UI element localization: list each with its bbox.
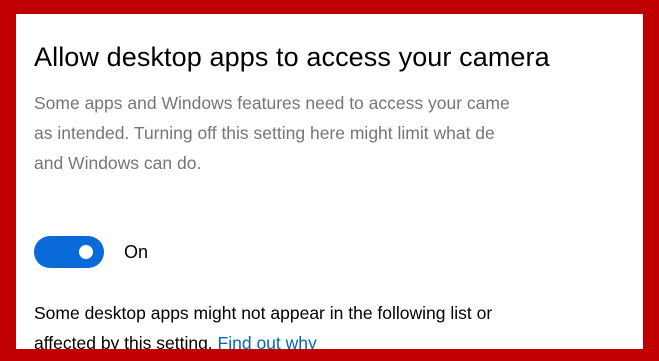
toggle-row: On — [34, 236, 148, 268]
desktop-apps-note: Some desktop apps might not appear in th… — [34, 298, 493, 353]
highlight-frame: Allow desktop apps to access your camera… — [0, 0, 659, 361]
find-out-why-link[interactable]: Find out why — [218, 333, 317, 349]
description-line: and Windows can do. — [34, 153, 202, 173]
toggle-state-label: On — [124, 241, 149, 262]
section-description: Some apps and Windows features need to a… — [34, 88, 643, 178]
note-line: Some desktop apps might not appear in th… — [34, 303, 493, 323]
note-line-text: affected by this setting. — [34, 333, 218, 353]
toggle-knob — [79, 245, 93, 259]
settings-section: Allow desktop apps to access your camera… — [34, 40, 643, 349]
description-line: Some apps and Windows features need to a… — [34, 93, 510, 113]
note-line-2: affected by this setting. Find out why — [34, 328, 492, 353]
camera-access-toggle[interactable] — [34, 236, 104, 268]
description-line: as intended. Turning off this setting he… — [34, 123, 495, 143]
section-title: Allow desktop apps to access your camera — [34, 42, 550, 72]
